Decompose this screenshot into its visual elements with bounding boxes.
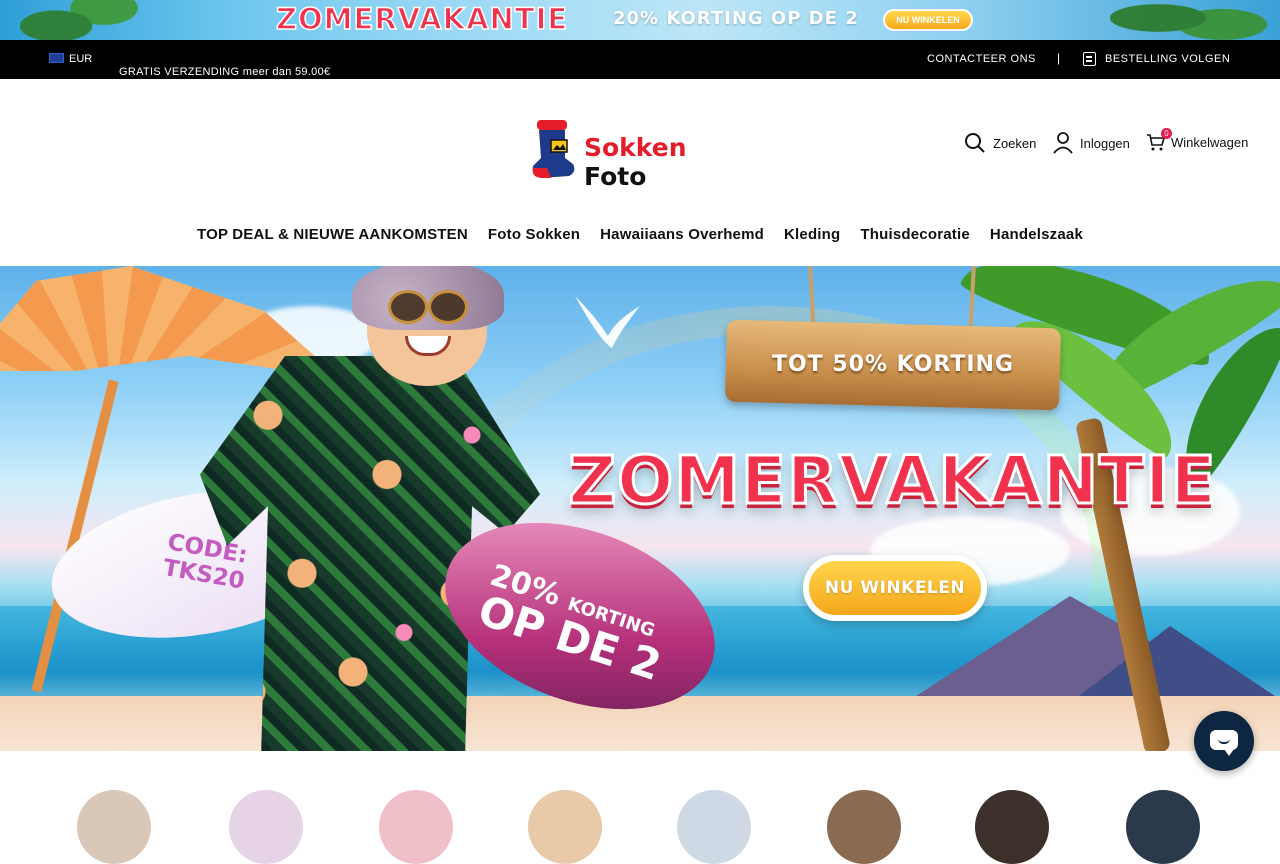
category-circle[interactable] xyxy=(229,790,303,864)
palm-decoration xyxy=(1110,0,1270,40)
sunglasses-icon xyxy=(388,290,468,324)
hero-banner[interactable]: TOT 50% KORTING CODE: TKS20 20% KORTING O… xyxy=(0,266,1280,751)
hero-title: ZOMERVAKANTIE xyxy=(567,441,1217,521)
seagull-decoration xyxy=(575,296,640,348)
search-label: Zoeken xyxy=(993,135,1037,151)
track-order-link[interactable]: BESTELLING VOLGEN xyxy=(1105,53,1230,65)
hero-shop-button[interactable]: NU WINKELEN xyxy=(803,555,987,621)
cart-label: Winkelwagen xyxy=(1171,134,1249,150)
top-bar: EUR GRATIS VERZENDING meer dan 59.00€ CO… xyxy=(0,40,1280,79)
category-circle[interactable] xyxy=(379,790,453,864)
sock-logo-icon xyxy=(532,120,575,178)
chat-icon xyxy=(1210,730,1238,756)
site-logo[interactable]: Sokken Foto xyxy=(527,118,757,191)
contact-link[interactable]: CONTACTEER ONS xyxy=(927,53,1036,65)
category-circles xyxy=(0,790,1280,864)
logo-wordmark: Sokken Foto xyxy=(584,133,687,191)
chat-button[interactable] xyxy=(1194,711,1254,771)
nav-item-thuisdecoratie[interactable]: Thuisdecoratie xyxy=(860,226,970,248)
search-button[interactable]: Zoeken xyxy=(964,132,1036,154)
category-circle[interactable] xyxy=(528,790,602,864)
category-circle[interactable] xyxy=(77,790,151,864)
main-nav: TOP DEAL & NIEUWE AANKOMSTEN Foto Sokken… xyxy=(0,226,1280,248)
nav-item-handelszaak[interactable]: Handelszaak xyxy=(990,226,1083,248)
category-circle[interactable] xyxy=(827,790,901,864)
user-icon xyxy=(1053,132,1073,154)
promo-banner[interactable]: ZOMERVAKANTIE 20% KORTING OP DE 2 NU WIN… xyxy=(0,0,1280,40)
promo-title: ZOMERVAKANTIE xyxy=(275,1,569,37)
discount-sign-text: TOT 50% KORTING xyxy=(771,352,1015,377)
eu-flag-icon xyxy=(49,53,64,63)
category-circle[interactable] xyxy=(1126,790,1200,864)
promo-subtitle: 20% KORTING OP DE 2 xyxy=(613,8,859,29)
category-circle[interactable] xyxy=(975,790,1049,864)
order-list-icon xyxy=(1083,52,1096,66)
free-shipping-notice: GRATIS VERZENDING meer dan 59.00€ xyxy=(119,66,331,78)
cart-count-badge: 0 xyxy=(1161,128,1172,139)
login-button[interactable]: Inloggen xyxy=(1053,132,1130,154)
nav-item-foto-sokken[interactable]: Foto Sokken xyxy=(488,226,580,248)
nav-item-hawaiiaans-overhemd[interactable]: Hawaiiaans Overhemd xyxy=(600,226,764,248)
nav-item-kleding[interactable]: Kleding xyxy=(784,226,840,248)
divider: | xyxy=(1057,51,1061,65)
nav-item-top-deal[interactable]: TOP DEAL & NIEUWE AANKOMSTEN xyxy=(197,226,468,248)
promo-shop-button[interactable]: NU WINKELEN xyxy=(883,9,973,31)
currency-selector[interactable]: EUR xyxy=(69,53,92,65)
category-circle[interactable] xyxy=(677,790,751,864)
search-icon xyxy=(965,133,985,153)
login-label: Inloggen xyxy=(1080,135,1130,151)
palm-decoration xyxy=(20,0,140,40)
